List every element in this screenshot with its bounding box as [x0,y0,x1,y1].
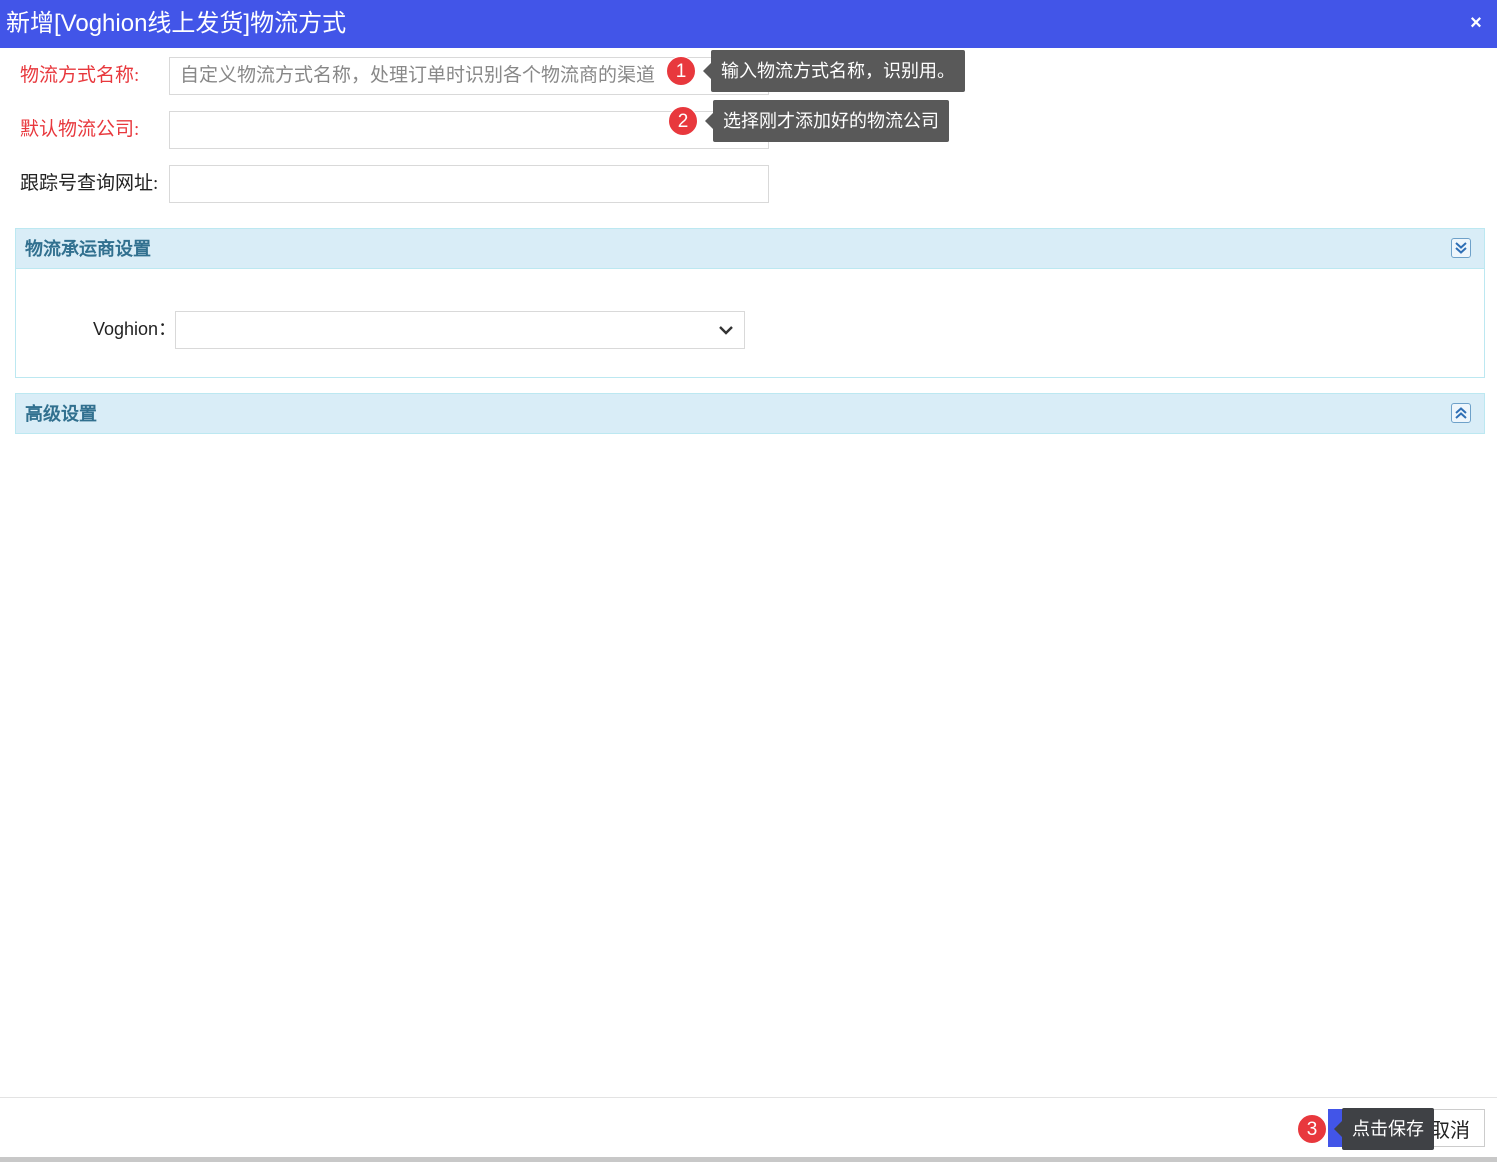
guide-tip-3-text: 点击保存 [1352,1119,1424,1139]
advanced-panel-title: 高级设置 [25,404,97,424]
expand-button[interactable] [1451,403,1471,423]
guide-tip-2-text: 选择刚才添加好的物流公司 [723,111,939,131]
carrier-panel-title: 物流承运商设置 [25,239,151,259]
tracking-url-input[interactable] [169,165,769,203]
guide-tip-1: 输入物流方式名称，识别用。 [703,50,965,92]
collapse-button[interactable] [1451,238,1471,258]
company-label: 默认物流公司: [20,119,140,140]
advanced-panel-header[interactable]: 高级设置 [15,393,1485,434]
guide-tip-3: 点击保存 [1334,1108,1434,1150]
step-badge-2: 2 [668,106,698,136]
guide-tip-2: 选择刚才添加好的物流公司 [705,100,949,142]
voghion-label: Voghion： [93,319,177,339]
double-chevron-up-icon [1455,407,1467,419]
close-icon[interactable]: × [1465,12,1487,34]
step-badge-1: 1 [666,56,696,86]
double-chevron-down-icon [1455,242,1467,254]
bottom-scrollbar [0,1157,1497,1162]
carrier-panel-header[interactable]: 物流承运商设置 [15,228,1485,269]
tracking-label: 跟踪号查询网址: [20,173,159,194]
footer-divider [0,1097,1497,1098]
name-label: 物流方式名称: [20,65,140,86]
guide-tip-1-text: 输入物流方式名称，识别用。 [721,61,955,81]
dialog-header: 新增[Voghion线上发货]物流方式 × [0,0,1497,48]
step-badge-3: 3 [1297,1114,1327,1144]
voghion-select[interactable] [175,311,745,349]
dialog-title: 新增[Voghion线上发货]物流方式 [6,10,347,37]
chevron-down-icon [719,326,733,335]
